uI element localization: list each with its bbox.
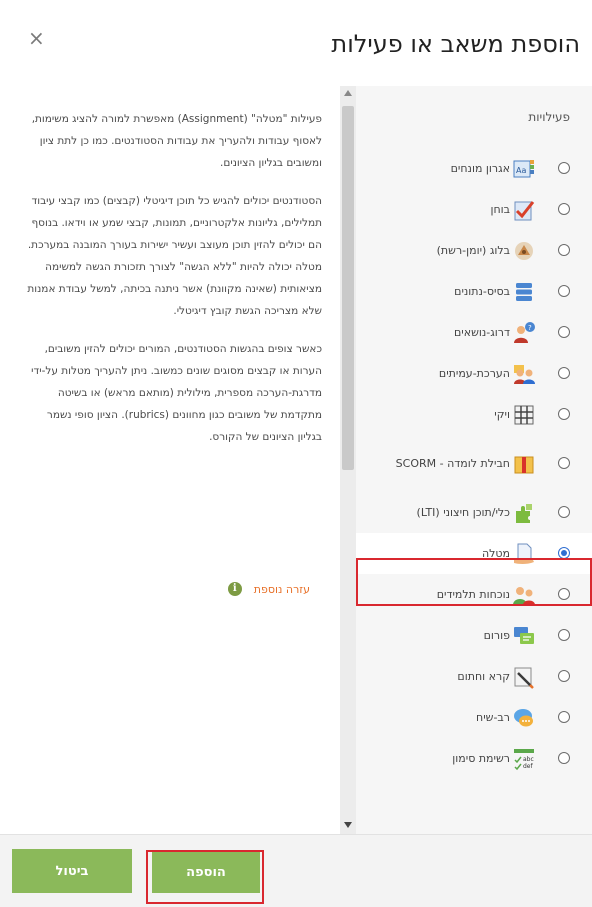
lti-puzzle-icon	[516, 504, 532, 523]
activity-option-wiki[interactable]: ויקי	[356, 394, 592, 435]
activity-radio[interactable]	[558, 506, 570, 518]
svg-text:abc: abc	[523, 756, 534, 763]
activity-radio[interactable]	[558, 629, 570, 641]
activity-radio[interactable]	[558, 457, 570, 469]
scroll-up-arrow-icon[interactable]	[344, 90, 352, 96]
scorm-package-icon	[514, 456, 534, 474]
activity-option-glossary[interactable]: אגרון מונחים Aa	[356, 148, 592, 189]
activity-option-checklist[interactable]: רשימת סימון abc def	[356, 738, 592, 779]
activity-radio[interactable]	[558, 285, 570, 297]
close-icon[interactable]: ×	[28, 28, 45, 48]
activity-option-scorm[interactable]: חבילת לומדה - SCORM	[356, 435, 592, 492]
activity-option-database[interactable]: בסיס-נתונים	[356, 271, 592, 312]
activity-option-chat[interactable]: רב-שיח	[356, 697, 592, 738]
activity-option-quiz[interactable]: בוחן	[356, 189, 592, 230]
topic-rating-icon: ?	[514, 322, 535, 343]
activity-label: בסיס-נתונים	[454, 284, 510, 298]
database-icon	[516, 283, 532, 301]
svg-text:def: def	[523, 763, 534, 770]
activity-option-attendance[interactable]: נוכחות תלמידים	[356, 574, 592, 615]
activity-option-topic-rating[interactable]: דרוג-נושאים ?	[356, 312, 592, 353]
activity-label: אגרון מונחים	[450, 161, 510, 175]
scroll-thumb[interactable]	[342, 106, 354, 470]
activity-label: מטלה	[481, 546, 510, 560]
activity-radio[interactable]	[558, 588, 570, 600]
dialog-footer: ביטול הוספה	[0, 834, 592, 907]
activity-radio[interactable]	[558, 670, 570, 682]
activity-label: בוחן	[490, 202, 510, 216]
svg-text:Aa: Aa	[516, 166, 526, 175]
chat-icon	[514, 709, 533, 727]
activity-radio[interactable]	[558, 711, 570, 723]
activity-label: פורום	[483, 628, 510, 642]
activity-option-lti[interactable]: כלי/תוכן חיצוני (LTI)	[356, 492, 592, 533]
cancel-button[interactable]: ביטול	[12, 849, 132, 893]
dialog-title: הוספת משאב או פעילות	[331, 30, 580, 58]
peer-review-icon	[514, 365, 535, 384]
activity-label: רב-שיח	[476, 710, 510, 724]
assignment-icon	[514, 543, 534, 564]
activity-radio[interactable]	[558, 752, 570, 764]
attendance-icon	[513, 587, 535, 605]
activity-radio[interactable]	[558, 367, 570, 379]
activity-radio[interactable]	[558, 162, 570, 174]
scroll-down-arrow-icon[interactable]	[344, 822, 352, 828]
read-and-sign-icon	[514, 667, 534, 689]
activity-label: רשימת סימון	[452, 751, 510, 765]
info-icon: i	[227, 582, 242, 596]
activity-option-assignment[interactable]: מטלה	[356, 533, 592, 574]
activity-option-blog[interactable]: בלוג (יומן-רשת)	[356, 230, 592, 271]
activity-radio[interactable]	[558, 244, 570, 256]
dialog-header: הוספת משאב או פעילות ×	[0, 0, 592, 87]
activity-label: בלוג (יומן-רשת)	[436, 243, 510, 257]
glossary-icon: Aa	[513, 160, 534, 178]
quiz-icon	[514, 201, 535, 221]
add-button[interactable]: הוספה	[152, 851, 260, 893]
activity-option-peer-review[interactable]: הערכת-עמיתים	[356, 353, 592, 394]
section-title-activities: פעילויות	[528, 110, 570, 124]
activity-option-read-and-sign[interactable]: קרא וחתום	[356, 656, 592, 697]
help-scrollbar[interactable]	[340, 86, 356, 834]
activity-label: כלי/תוכן חיצוני (LTI)	[416, 505, 510, 519]
wiki-icon	[514, 405, 534, 425]
activity-label: ויקי	[494, 407, 510, 421]
more-help-label[interactable]: עזרה נוספת	[254, 583, 310, 596]
forum-icon	[514, 627, 534, 644]
blog-icon	[515, 242, 533, 260]
help-text: פעילות "מטלה" (Assignment) מאפשרת למורה …	[22, 108, 322, 464]
activity-chooser: פעילויות אגרון מונחים Aa בוחן בלוג (יומן…	[356, 86, 592, 834]
checklist-icon: abc def	[514, 749, 534, 771]
activity-label: קרא וחתום	[457, 669, 510, 683]
activity-list: אגרון מונחים Aa בוחן בלוג (יומן-רשת) בסי…	[356, 148, 592, 779]
help-paragraph: כאשר צופים בהגשות הסטודנטים, המורים יכול…	[31, 343, 322, 443]
activity-radio-selected[interactable]	[558, 547, 570, 559]
activity-radio[interactable]	[558, 203, 570, 215]
help-paragraph: הסטודנטים יכולים להגיש כל תוכן דיגיטלי (…	[27, 195, 322, 317]
activity-radio[interactable]	[558, 408, 570, 420]
activity-label: נוכחות תלמידים	[436, 587, 510, 601]
activity-radio[interactable]	[558, 326, 570, 338]
activity-label: חבילת לומדה - SCORM	[395, 456, 510, 470]
activity-option-forum[interactable]: פורום	[356, 615, 592, 656]
activity-label: דרוג-נושאים	[453, 325, 510, 339]
help-paragraph: פעילות "מטלה" (Assignment) מאפשרת למורה …	[31, 113, 322, 169]
more-help-link[interactable]: עזרה נוספת i	[227, 582, 310, 596]
activity-label: הערכת-עמיתים	[438, 366, 510, 380]
help-pane: פעילות "מטלה" (Assignment) מאפשרת למורה …	[0, 86, 340, 834]
svg-text:?: ?	[528, 324, 532, 332]
